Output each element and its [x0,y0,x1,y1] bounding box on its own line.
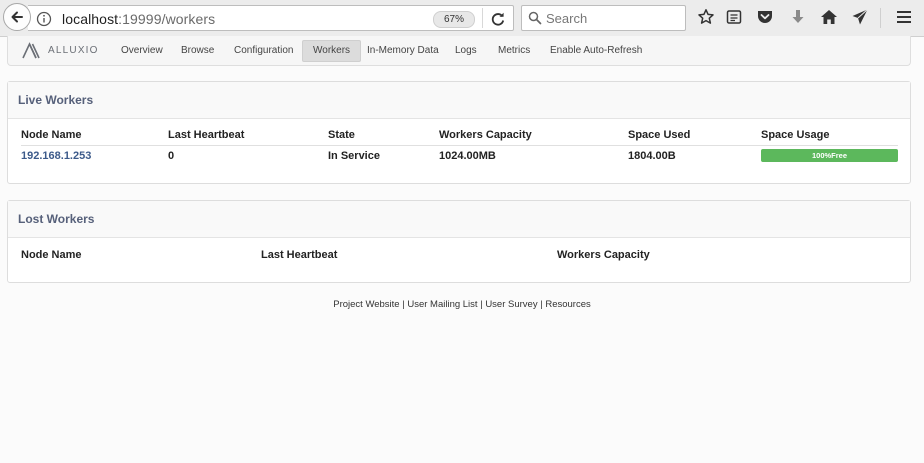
live-workers-title: Live Workers [8,82,910,119]
search-input[interactable] [546,9,681,27]
column-header-last-heartbeat: Last Heartbeat [261,249,338,261]
bookmark-star-icon[interactable] [697,8,715,26]
table-header-divider [21,145,898,146]
nav-logs[interactable]: Logs [445,40,487,62]
space-used-value: 1804.00B [628,150,676,162]
state-value: In Service [328,150,380,162]
nav-workers[interactable]: Workers [302,40,362,62]
column-header-node-name: Node Name [21,249,82,261]
alluxio-logo-icon[interactable] [21,42,43,60]
column-header-space-used: Space Used [628,129,691,141]
send-tab-icon[interactable] [851,8,869,26]
brand-name[interactable]: ALLUXIO [48,45,99,56]
reload-icon[interactable] [489,10,507,28]
search-box[interactable] [521,5,686,31]
column-header-workers-capacity: Workers Capacity [439,129,532,141]
column-header-last-heartbeat: Last Heartbeat [168,129,245,141]
footer-link-user-mailing-list[interactable]: User Mailing List [407,299,477,310]
downloads-icon[interactable] [789,8,807,26]
footer-links: Project Website | User Mailing List | Us… [0,299,924,310]
nav-overview[interactable]: Overview [111,40,173,62]
search-icon [528,11,542,25]
column-header-workers-capacity: Workers Capacity [557,249,650,261]
lost-workers-panel: Lost Workers Node Name Last Heartbeat Wo… [7,200,911,283]
url-path: :19999/workers [118,11,216,27]
zoom-level-badge[interactable]: 67% [433,11,475,28]
footer-link-project-website[interactable]: Project Website [333,299,399,310]
app-navbar: ALLUXIO Overview Browse Configuration Wo… [7,36,911,66]
pocket-icon[interactable] [756,8,774,26]
footer-link-resources[interactable]: Resources [545,299,590,310]
footer-link-user-survey[interactable]: User Survey [485,299,537,310]
nav-enable-auto-refresh[interactable]: Enable Auto-Refresh [540,40,652,62]
info-icon[interactable] [36,11,52,27]
hamburger-menu-icon[interactable] [895,8,913,26]
back-arrow-icon [11,11,23,23]
reading-list-icon[interactable] [725,8,743,26]
space-usage-progress-bar: 100%Free [761,149,898,162]
last-heartbeat-value: 0 [168,150,175,162]
url-bar[interactable]: localhost:19999/workers 67% [28,5,514,31]
nav-in-memory-data[interactable]: In-Memory Data [357,40,449,62]
url-text[interactable]: localhost:19999/workers [62,11,215,27]
toolbar-divider [880,8,881,28]
lost-workers-title: Lost Workers [8,201,910,238]
capacity-value: 1024.00MB [439,150,496,162]
urlbar-divider [482,8,483,28]
nav-browse[interactable]: Browse [171,40,224,62]
column-header-state: State [328,129,355,141]
back-button[interactable] [3,3,31,31]
nav-configuration[interactable]: Configuration [224,40,303,62]
url-host: localhost [62,11,119,27]
live-workers-panel: Live Workers Node Name Last Heartbeat St… [7,81,911,184]
browser-toolbar: localhost:19999/workers 67% [0,0,924,37]
column-header-space-usage: Space Usage [761,129,830,141]
nav-metrics[interactable]: Metrics [488,40,540,62]
column-header-node-name: Node Name [21,129,82,141]
home-icon[interactable] [820,8,838,26]
node-name-link[interactable]: 192.168.1.253 [21,150,91,162]
